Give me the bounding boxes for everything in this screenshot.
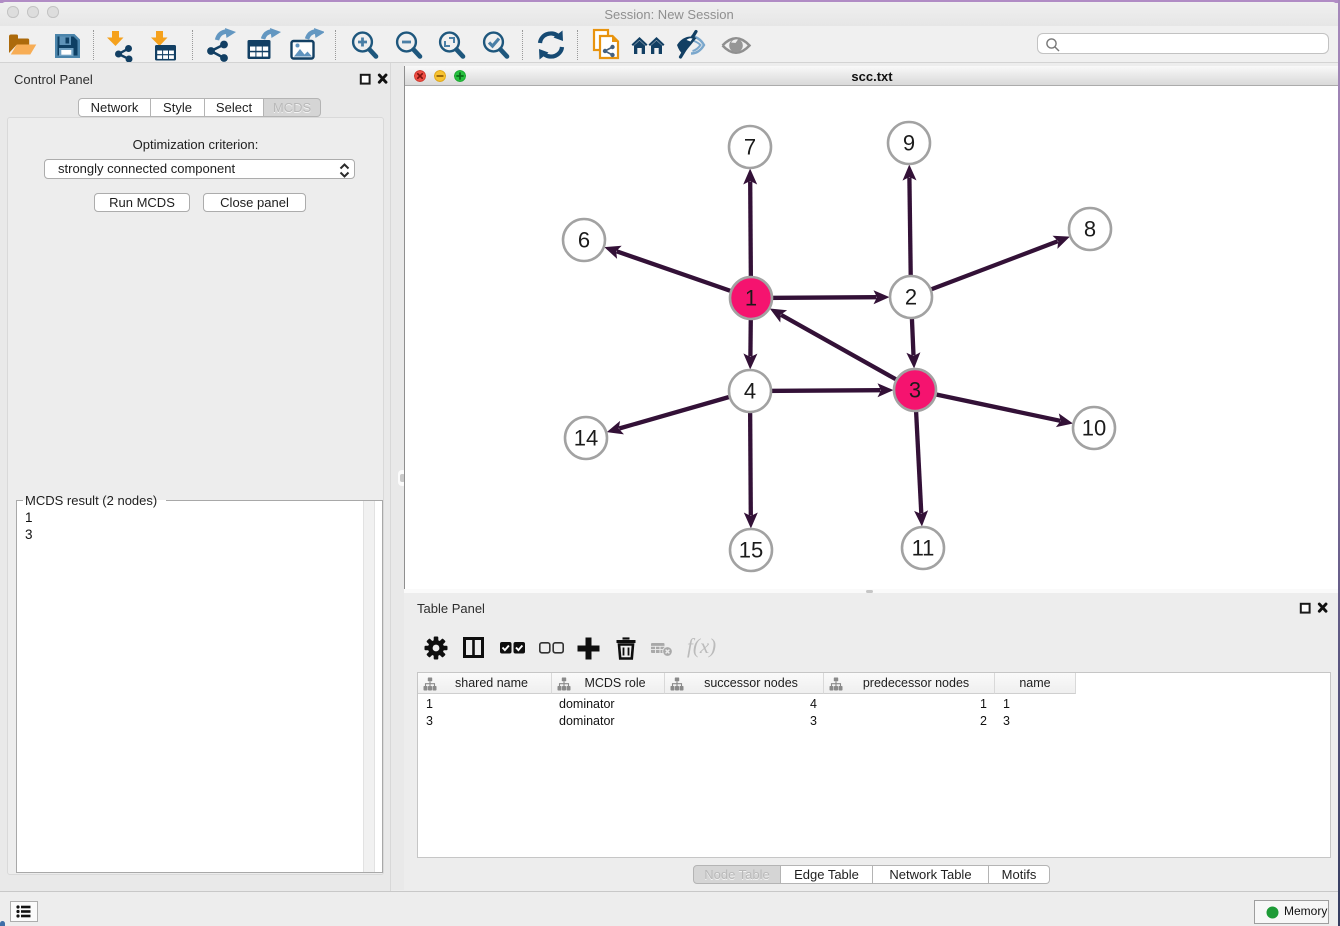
svg-text:8: 8	[1084, 217, 1096, 242]
svg-text:2: 2	[905, 285, 917, 310]
svg-text:14: 14	[574, 426, 598, 451]
svg-text:1: 1	[745, 286, 757, 311]
svg-text:6: 6	[578, 228, 590, 253]
svg-text:10: 10	[1082, 416, 1106, 441]
svg-text:11: 11	[912, 536, 935, 561]
svg-text:15: 15	[739, 538, 763, 563]
svg-text:4: 4	[744, 379, 756, 404]
svg-text:3: 3	[909, 378, 921, 403]
svg-text:7: 7	[744, 135, 756, 160]
svg-text:9: 9	[903, 131, 915, 156]
